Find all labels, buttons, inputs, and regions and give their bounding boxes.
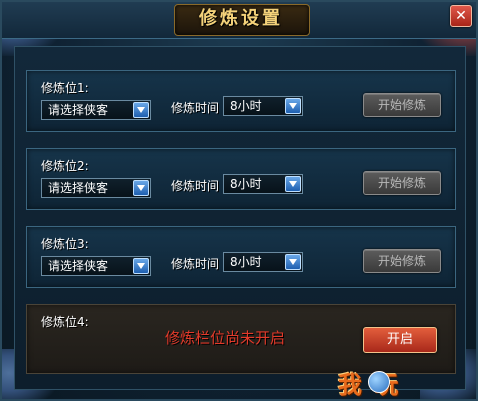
time-select-value: 8小时	[230, 99, 262, 113]
ball-icon	[368, 371, 390, 393]
slot-panel-3: 修炼位3: 请选择侠客 修炼时间 8小时 开始修炼	[26, 226, 456, 288]
slot-label: 修炼位4:	[41, 315, 89, 329]
slot-label: 修炼位1:	[41, 81, 89, 95]
slot-panel-2: 修炼位2: 请选择侠客 修炼时间 8小时 开始修炼	[26, 148, 456, 210]
dropdown-arrow-icon[interactable]	[133, 258, 149, 274]
dropdown-arrow-icon[interactable]	[285, 98, 301, 114]
cultivation-settings-dialog: 修炼设置 ✕ 修炼位1: 请选择侠客 修炼时间 8小时 开始修炼 修炼位2: 请…	[0, 0, 478, 401]
hero-select-value: 请选择侠客	[48, 103, 109, 117]
close-button[interactable]: ✕	[450, 5, 472, 27]
slot-label: 修炼位3:	[41, 237, 89, 251]
dropdown-arrow-icon[interactable]	[133, 102, 149, 118]
time-select[interactable]: 8小时	[223, 252, 303, 272]
start-cultivation-button[interactable]: 开始修炼	[363, 93, 441, 117]
time-select-value: 8小时	[230, 177, 262, 191]
slot-label: 修炼位2:	[41, 159, 89, 173]
start-cultivation-button[interactable]: 开始修炼	[363, 249, 441, 273]
time-label: 修炼时间	[171, 101, 220, 115]
dropdown-arrow-icon[interactable]	[133, 180, 149, 196]
open-slot-button[interactable]: 开启	[363, 327, 437, 353]
hero-select-value: 请选择侠客	[48, 259, 109, 273]
time-label: 修炼时间	[171, 179, 220, 193]
dropdown-arrow-icon[interactable]	[285, 176, 301, 192]
hero-select-value: 请选择侠客	[48, 181, 109, 195]
slot-panel-1: 修炼位1: 请选择侠客 修炼时间 8小时 开始修炼	[26, 70, 456, 132]
time-select[interactable]: 8小时	[223, 96, 303, 116]
hero-select[interactable]: 请选择侠客	[41, 100, 151, 120]
time-select-value: 8小时	[230, 255, 262, 269]
dialog-title: 修炼设置	[199, 8, 283, 29]
time-select[interactable]: 8小时	[223, 174, 303, 194]
dropdown-arrow-icon[interactable]	[285, 254, 301, 270]
hero-select[interactable]: 请选择侠客	[41, 256, 151, 276]
site-watermark-logo: 我 玩	[338, 363, 468, 399]
time-label: 修炼时间	[171, 257, 220, 271]
slot-locked-message: 修炼栏位尚未开启	[165, 329, 286, 347]
start-cultivation-button[interactable]: 开始修炼	[363, 171, 441, 195]
hero-select[interactable]: 请选择侠客	[41, 178, 151, 198]
